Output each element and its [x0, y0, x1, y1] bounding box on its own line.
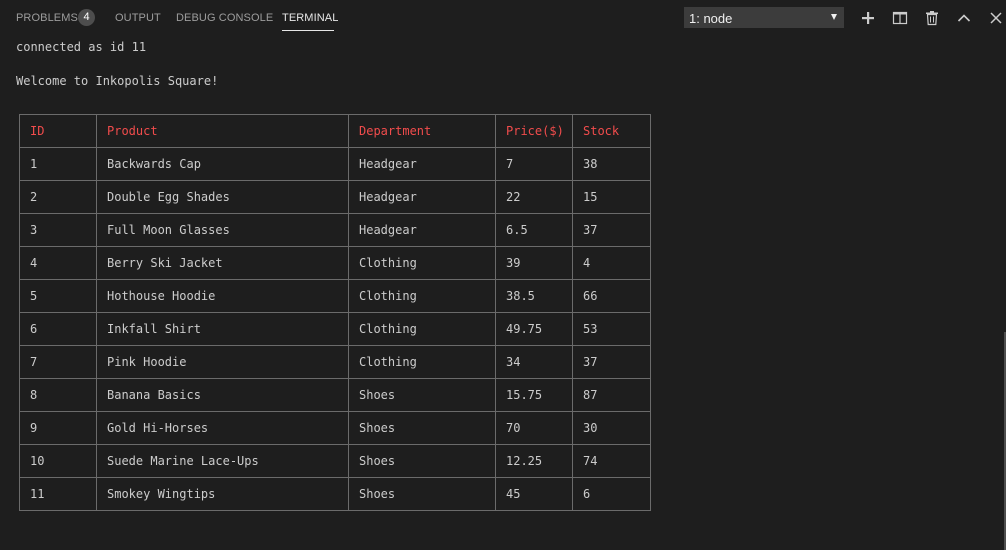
table-row: 10 Suede Marine Lace-Ups Shoes 12.25 74 [19, 444, 651, 478]
cell-product: Banana Basics [96, 378, 349, 412]
terminal-line-welcome: Welcome to Inkopolis Square! [16, 74, 219, 88]
cell-stock: 4 [572, 246, 651, 280]
header-department: Department [348, 114, 496, 148]
table-row: 5 Hothouse Hoodie Clothing 38.5 66 [19, 279, 651, 313]
cell-stock: 53 [572, 312, 651, 346]
tab-output[interactable]: OUTPUT [115, 11, 161, 25]
table-row: 8 Banana Basics Shoes 15.75 87 [19, 378, 651, 412]
cell-price: 22 [495, 180, 573, 214]
terminal-selector[interactable]: 1: node [684, 7, 844, 28]
cell-stock: 30 [572, 411, 651, 445]
header-stock: Stock [572, 114, 651, 148]
tab-debug-console[interactable]: DEBUG CONSOLE [176, 11, 273, 25]
trash-icon[interactable] [923, 9, 941, 27]
cell-price: 34 [495, 345, 573, 379]
split-terminal-icon[interactable] [891, 9, 909, 27]
cell-price: 15.75 [495, 378, 573, 412]
cell-stock: 37 [572, 213, 651, 247]
cell-product: Inkfall Shirt [96, 312, 349, 346]
cell-price: 49.75 [495, 312, 573, 346]
cell-department: Headgear [348, 213, 496, 247]
table-row: 2 Double Egg Shades Headgear 22 15 [19, 180, 651, 214]
cell-stock: 38 [572, 147, 651, 181]
cell-product: Pink Hoodie [96, 345, 349, 379]
cell-product: Hothouse Hoodie [96, 279, 349, 313]
dropdown-caret-icon [831, 14, 837, 20]
cell-id: 6 [19, 312, 97, 346]
plus-icon[interactable] [859, 9, 877, 27]
cell-department: Clothing [348, 345, 496, 379]
cell-id: 3 [19, 213, 97, 247]
cell-product: Smokey Wingtips [96, 477, 349, 511]
problems-count-badge: 4 [78, 9, 95, 26]
cell-product: Backwards Cap [96, 147, 349, 181]
header-price: Price($) [495, 114, 573, 148]
cell-department: Headgear [348, 147, 496, 181]
table-row: 7 Pink Hoodie Clothing 34 37 [19, 345, 651, 379]
cell-department: Clothing [348, 312, 496, 346]
chevron-up-icon[interactable] [955, 9, 973, 27]
cell-department: Shoes [348, 411, 496, 445]
cell-department: Clothing [348, 279, 496, 313]
cell-stock: 74 [572, 444, 651, 478]
table-row: 1 Backwards Cap Headgear 7 38 [19, 147, 651, 181]
cell-price: 12.25 [495, 444, 573, 478]
cell-stock: 15 [572, 180, 651, 214]
cell-price: 7 [495, 147, 573, 181]
cell-stock: 87 [572, 378, 651, 412]
cell-department: Clothing [348, 246, 496, 280]
table-row: 4 Berry Ski Jacket Clothing 39 4 [19, 246, 651, 280]
cell-department: Shoes [348, 378, 496, 412]
terminal-selector-value: 1: node [689, 11, 733, 26]
table-header-row: ID Product Department Price($) Stock [19, 114, 651, 148]
cell-id: 7 [19, 345, 97, 379]
cell-product: Double Egg Shades [96, 180, 349, 214]
cell-id: 10 [19, 444, 97, 478]
cell-department: Shoes [348, 477, 496, 511]
header-product: Product [96, 114, 349, 148]
cell-department: Headgear [348, 180, 496, 214]
cell-stock: 66 [572, 279, 651, 313]
cell-stock: 6 [572, 477, 651, 511]
cell-stock: 37 [572, 345, 651, 379]
cell-product: Full Moon Glasses [96, 213, 349, 247]
cell-price: 70 [495, 411, 573, 445]
cell-id: 4 [19, 246, 97, 280]
cell-price: 38.5 [495, 279, 573, 313]
cell-id: 1 [19, 147, 97, 181]
cell-id: 11 [19, 477, 97, 511]
products-table: ID Product Department Price($) Stock 1 Ba… [19, 114, 651, 511]
cell-price: 39 [495, 246, 573, 280]
tab-problems[interactable]: PROBLEMS [16, 11, 78, 25]
table-row: 9 Gold Hi-Horses Shoes 70 30 [19, 411, 651, 445]
cell-price: 45 [495, 477, 573, 511]
panel-tab-bar: PROBLEMS 4 OUTPUT DEBUG CONSOLE TERMINAL… [0, 0, 1006, 36]
cell-department: Shoes [348, 444, 496, 478]
cell-id: 5 [19, 279, 97, 313]
tab-terminal[interactable]: TERMINAL [282, 11, 338, 25]
table-row: 11 Smokey Wingtips Shoes 45 6 [19, 477, 651, 511]
cell-product: Berry Ski Jacket [96, 246, 349, 280]
header-id: ID [19, 114, 97, 148]
active-tab-indicator [282, 30, 334, 31]
cell-id: 8 [19, 378, 97, 412]
cell-product: Gold Hi-Horses [96, 411, 349, 445]
cell-id: 2 [19, 180, 97, 214]
cell-id: 9 [19, 411, 97, 445]
terminal-line-connected: connected as id 11 [16, 40, 147, 54]
table-row: 6 Inkfall Shirt Clothing 49.75 53 [19, 312, 651, 346]
table-row: 3 Full Moon Glasses Headgear 6.5 37 [19, 213, 651, 247]
cell-price: 6.5 [495, 213, 573, 247]
close-icon[interactable] [987, 9, 1005, 27]
cell-product: Suede Marine Lace-Ups [96, 444, 349, 478]
